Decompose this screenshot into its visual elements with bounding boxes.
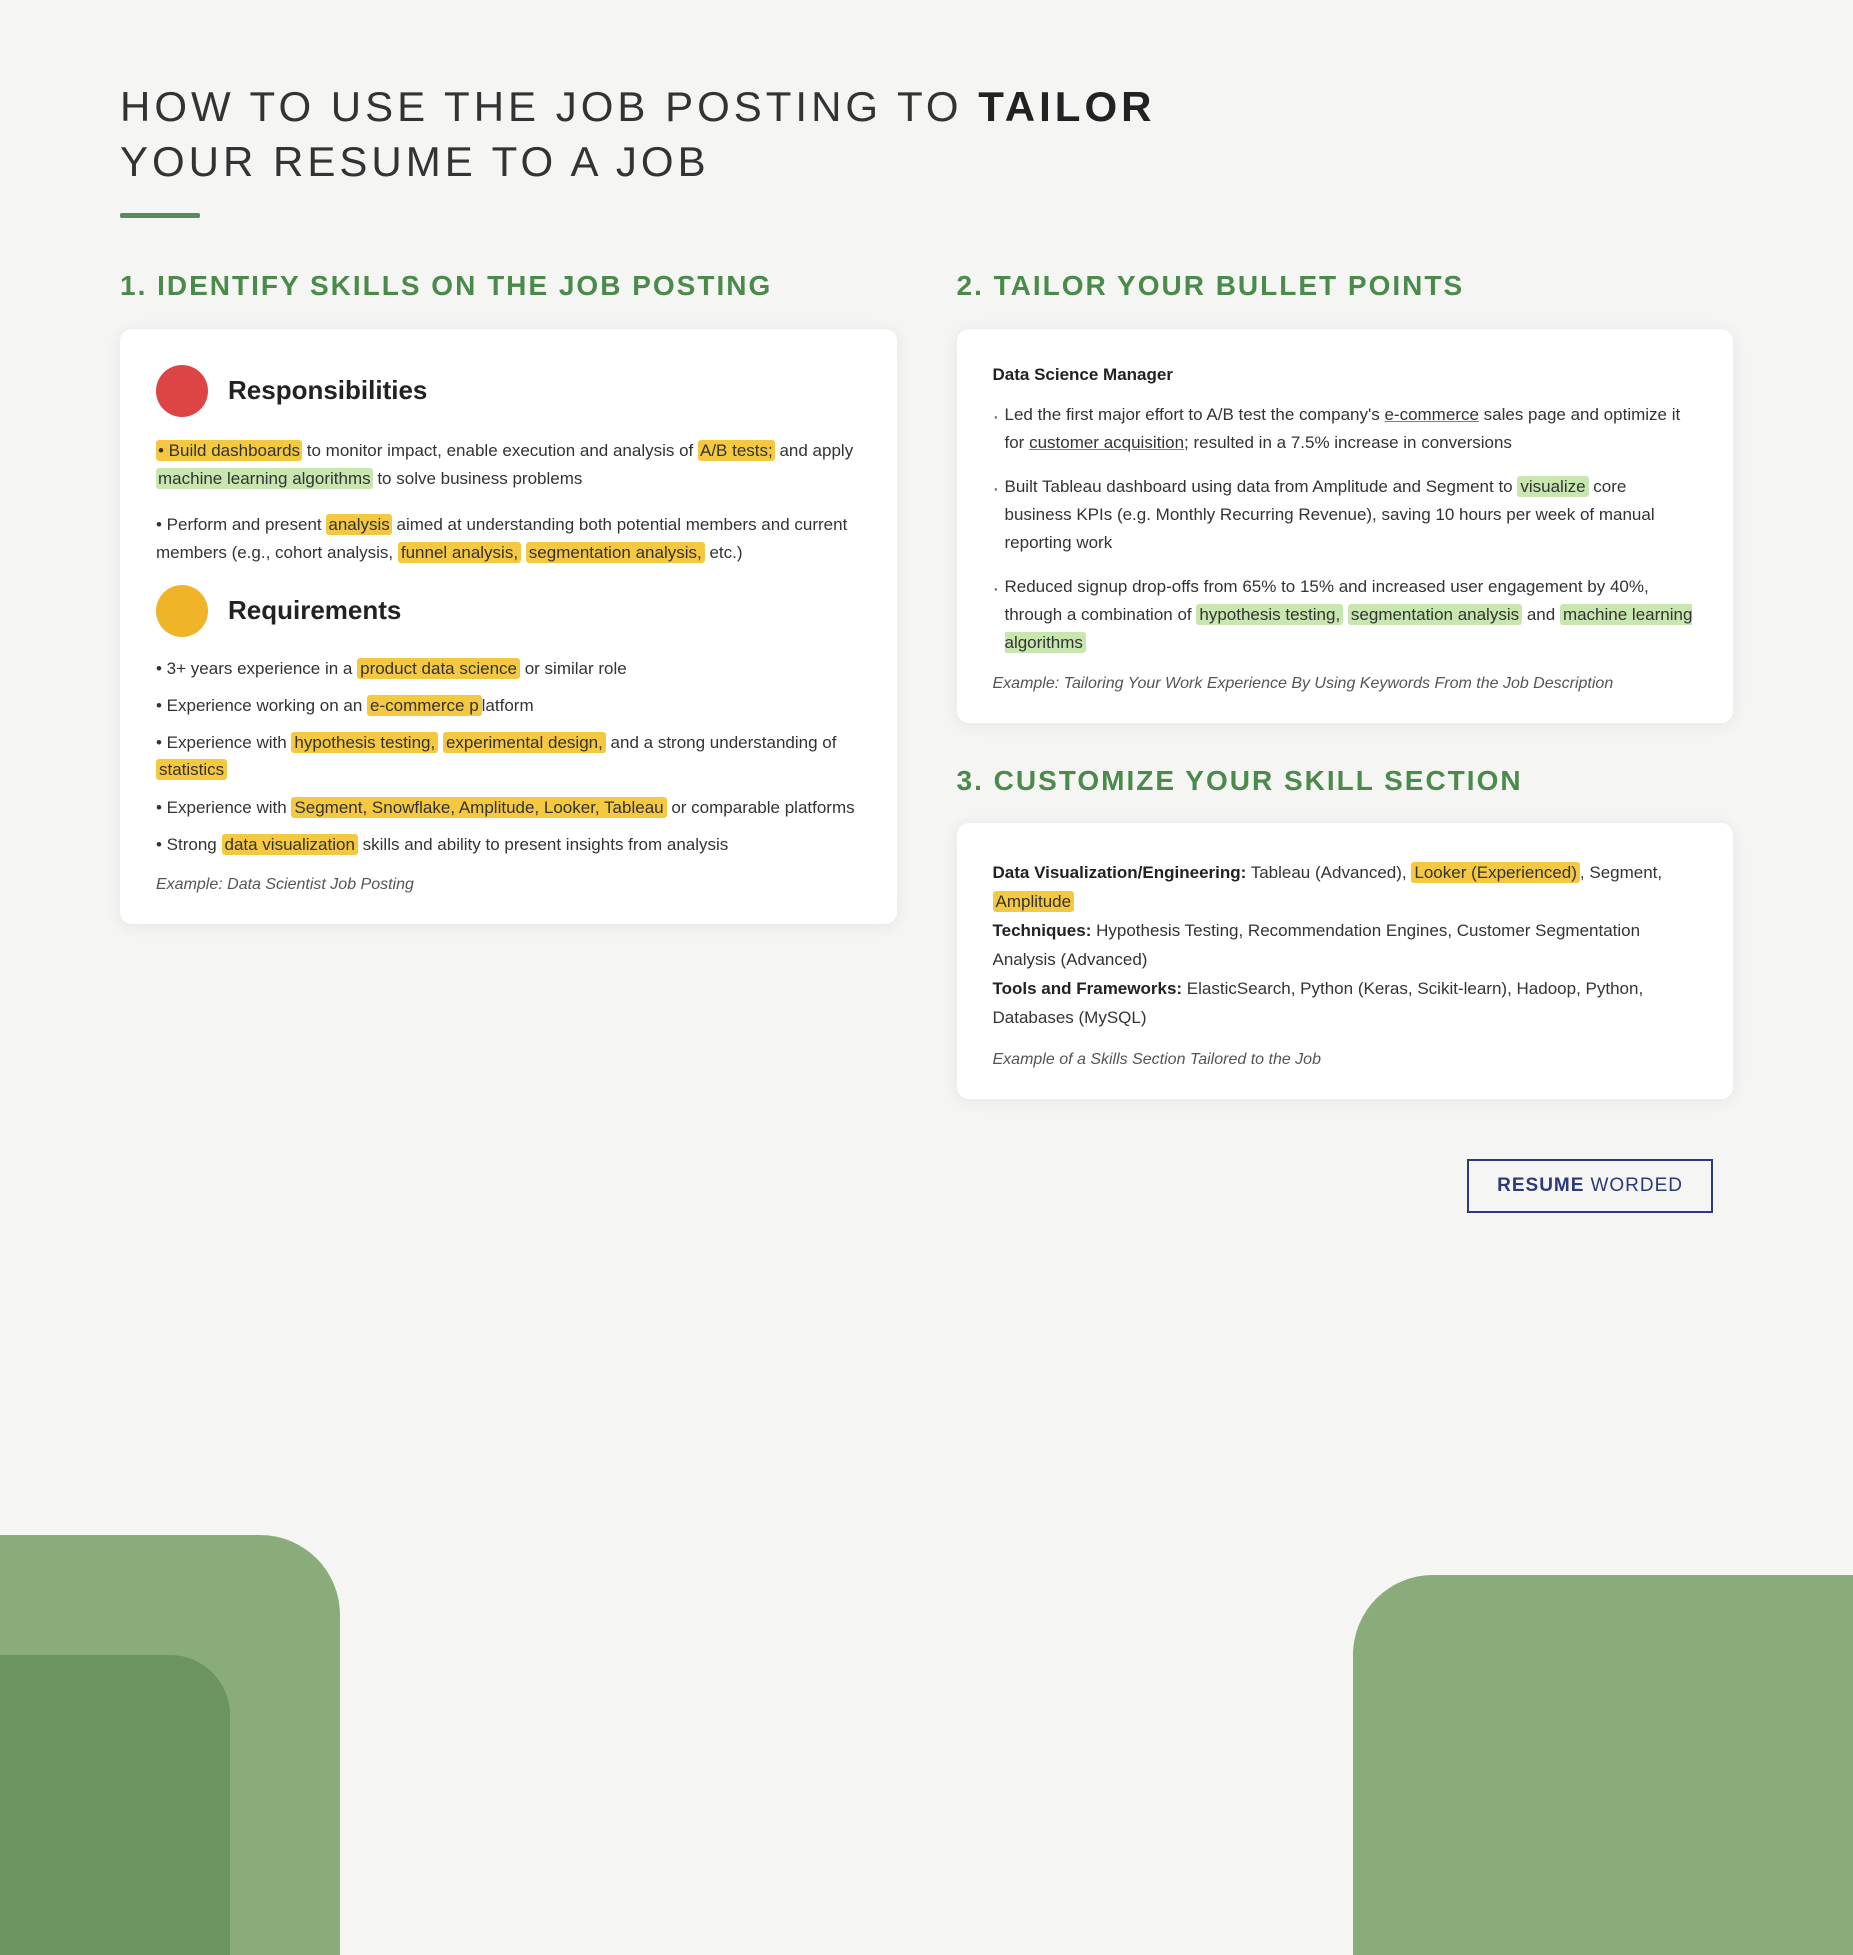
requirements-title: Requirements (228, 595, 401, 626)
req5: • Strong data visualization skills and a… (156, 831, 861, 858)
logo-resume: RESUME (1497, 1175, 1584, 1197)
hl-ecommerce: e-commerce p (367, 695, 482, 716)
section1-heading: 1. IDENTIFY SKILLS ON THE JOB POSTING (120, 268, 897, 304)
hl-looker: Looker (Experienced) (1411, 862, 1580, 883)
title-underline (120, 213, 200, 218)
hl-ab-tests: A/B tests; (698, 440, 775, 461)
hl-experimental-design: experimental design, (443, 732, 606, 753)
right-column: 2. TAILOR YOUR BULLET POINTS Data Scienc… (957, 268, 1734, 1213)
two-col-layout: 1. IDENTIFY SKILLS ON THE JOB POSTING Re… (120, 268, 1733, 1213)
hl-customer-acquisition: customer acquisition (1029, 433, 1184, 452)
bg-shape-left-inner (0, 1655, 230, 1955)
section2-card: Data Science Manager Led the first major… (957, 329, 1734, 723)
title-bold: TAILOR (978, 83, 1155, 130)
main-content: HOW TO USE THE JOB POSTING TO TAILOR YOU… (120, 80, 1733, 1213)
page-wrapper: HOW TO USE THE JOB POSTING TO TAILOR YOU… (0, 0, 1853, 1955)
job-title: Data Science Manager (993, 365, 1698, 385)
example1: Example: Data Scientist Job Posting (156, 876, 861, 894)
hl-funnel-analysis: funnel analysis, (398, 542, 521, 563)
example3: Example of a Skills Section Tailored to … (993, 1051, 1698, 1069)
req4: • Experience with Segment, Snowflake, Am… (156, 794, 861, 821)
hl-hypothesis: hypothesis testing, (291, 732, 438, 753)
bullet-right-2: Built Tableau dashboard using data from … (993, 473, 1698, 557)
main-title: HOW TO USE THE JOB POSTING TO TAILOR YOU… (120, 80, 1733, 189)
req1: • 3+ years experience in a product data … (156, 655, 861, 682)
logo-worded: WORDED (1590, 1175, 1683, 1197)
bullet-right-3: Reduced signup drop-offs from 65% to 15%… (993, 573, 1698, 657)
section1-card: Responsibilities • Build dashboards to m… (120, 329, 897, 924)
skills-bold-1: Data Visualization/Engineering: (993, 863, 1247, 882)
left-column: 1. IDENTIFY SKILLS ON THE JOB POSTING Re… (120, 268, 897, 964)
title-part2: YOUR RESUME TO A JOB (120, 138, 710, 185)
red-circle-icon (156, 365, 208, 417)
skills-bold-3: Tools and Frameworks: (993, 979, 1183, 998)
skills-text: Data Visualization/Engineering: Tableau … (993, 859, 1698, 1032)
hl-ml-algorithms: machine learning algorithms (156, 468, 373, 489)
yellow-circle-icon (156, 585, 208, 637)
example2: Example: Tailoring Your Work Experience … (993, 675, 1698, 693)
hl-statistics: statistics (156, 759, 227, 780)
skills-bold-2: Techniques: (993, 921, 1092, 940)
hl-analysis: analysis (326, 514, 391, 535)
section2-heading: 2. TAILOR YOUR BULLET POINTS (957, 268, 1734, 304)
hl-product-data-science: product data science (357, 658, 520, 679)
logo-wrapper: RESUME WORDED (957, 1159, 1734, 1213)
responsibilities-header: Responsibilities (156, 365, 861, 417)
responsibilities-title: Responsibilities (228, 375, 427, 406)
hl-hypothesis-right: hypothesis testing, (1196, 604, 1343, 625)
hl-ecommerce-right: e-commerce (1384, 405, 1478, 424)
bg-shape-right (1353, 1575, 1853, 1955)
section3-heading: 3. CUSTOMIZE YOUR SKILL SECTION (957, 763, 1734, 799)
resp-para1: • Build dashboards to monitor impact, en… (156, 437, 861, 493)
hl-tools: Segment, Snowflake, Amplitude, Looker, T… (291, 797, 666, 818)
hl-segmentation-analysis: segmentation analysis, (526, 542, 705, 563)
requirements-header: Requirements (156, 585, 861, 637)
section3-card: Data Visualization/Engineering: Tableau … (957, 823, 1734, 1098)
req2: • Experience working on an e-commerce pl… (156, 692, 861, 719)
hl-visualize: visualize (1517, 476, 1588, 497)
title-part1: HOW TO USE THE JOB POSTING TO (120, 83, 978, 130)
req3: • Experience with hypothesis testing, ex… (156, 729, 861, 783)
hl-amplitude: Amplitude (993, 891, 1075, 912)
hl-build-dashboards: • Build dashboards (156, 440, 302, 461)
hl-data-viz: data visualization (222, 834, 358, 855)
logo-box: RESUME WORDED (1467, 1159, 1713, 1213)
hl-segmentation-right: segmentation analysis (1348, 604, 1522, 625)
bullet-right-1: Led the first major effort to A/B test t… (993, 401, 1698, 457)
resp-para2: • Perform and present analysis aimed at … (156, 511, 861, 567)
